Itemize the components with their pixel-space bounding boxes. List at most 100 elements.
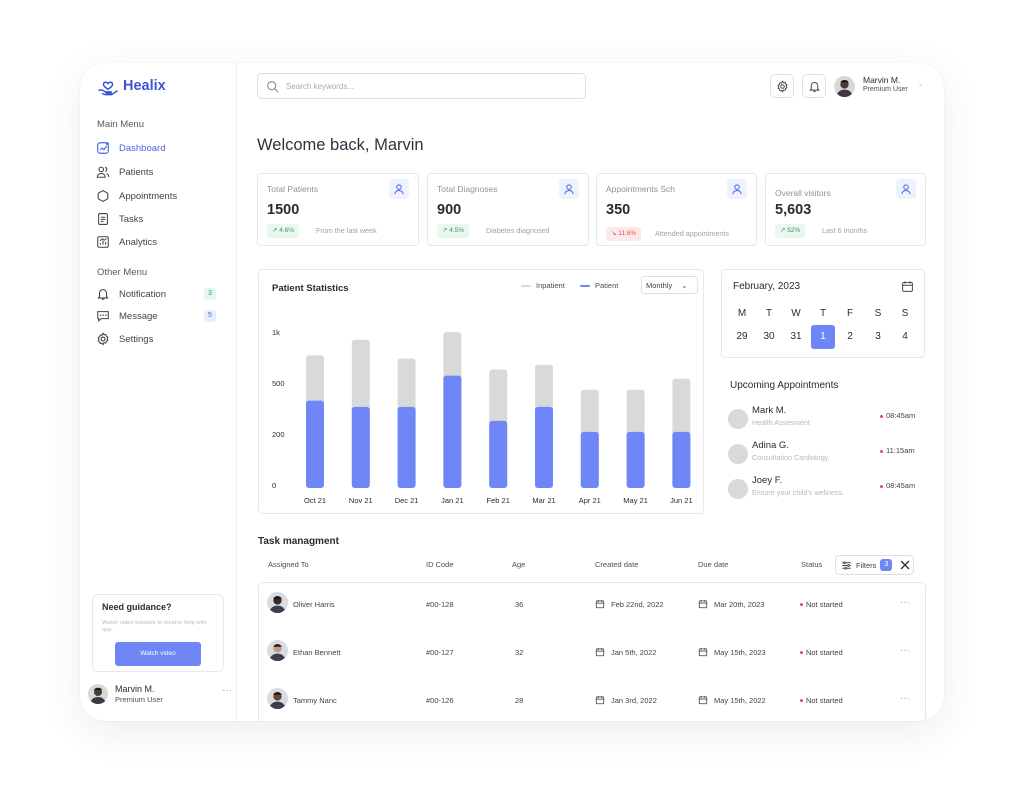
task-table: Oliver Harris #00-128 36 Feb 22nd, 2022 Mar … [258,582,926,721]
trend-value: 52% [787,227,801,234]
search-input[interactable] [286,81,566,91]
task-management-title: Task managment [258,536,339,547]
guidance-text: Watch video tutorials to receive help wi… [102,620,207,633]
search-icon [267,80,279,92]
calendar-day[interactable]: 30 [757,325,781,349]
bar-patient[interactable] [535,406,553,488]
trend-value: 4.6% [279,227,295,234]
appointment-item[interactable]: Mark M. Health Assesment 08:45am [728,405,920,433]
bar-patient[interactable] [626,431,645,488]
sidebar-item-message[interactable]: Message 5 [96,307,226,325]
analytics-icon [97,236,109,248]
x-tick-label: Nov 21 [349,496,373,505]
sidebar-user[interactable]: Marvin M. Premium User ··· [88,683,232,707]
legend-swatch [580,284,590,287]
more-options-button[interactable]: ··· [222,685,232,696]
stat-card-total-patients: Total Patients 1500 ↗ 4.6% From the last… [257,173,419,246]
avatar [728,479,748,499]
calendar-day[interactable]: 3 [866,325,890,349]
status-text: Not started [806,648,843,657]
sidebar-item-appointments[interactable]: Appointments [96,187,226,205]
avatar [267,640,288,661]
appointment-item[interactable]: Joey F. Ensure your child's wellness. 08… [728,475,920,503]
calendar-day[interactable]: 1 [811,325,835,349]
calendar-day[interactable]: 2 [838,325,862,349]
brand-logo[interactable]: Healix [97,76,166,96]
bar-patient[interactable] [306,400,324,488]
sidebar-item-patients[interactable]: Patients [96,163,226,181]
column-header-due[interactable]: Due date [698,560,728,569]
chevron-down-icon: ⌄ [681,280,688,290]
notifications-button[interactable] [802,74,826,98]
appointment-name: Joey F. [752,475,783,486]
row-more-button[interactable]: ··· [900,693,910,704]
legend-label: Patient [595,281,619,290]
column-header-assigned[interactable]: Assigned To [268,560,309,569]
appointment-type: Health Assesment [752,418,810,427]
calendar-icon[interactable] [901,280,914,293]
appointment-item[interactable]: Adina G. Consultation Cardiology 11:15am [728,440,920,468]
sidebar-item-settings[interactable]: Settings [96,330,226,348]
sidebar-user-name: Marvin M. [115,684,155,694]
id-code: #00-127 [426,648,454,657]
x-tick-label: Feb 21 [487,496,510,505]
header-user-menu[interactable]: Marvin M. Premium User ⌄ [834,75,930,99]
search-bar[interactable] [257,73,586,99]
bar-patient[interactable] [580,431,599,488]
column-header-created[interactable]: Created date [595,560,638,569]
bar-patient[interactable] [351,406,370,488]
settings-button[interactable] [770,74,794,98]
bar-patient[interactable] [443,375,462,488]
sidebar-item-label: Appointments [119,190,178,202]
column-header-age[interactable]: Age [512,560,525,569]
bar-patient[interactable] [489,420,508,488]
calendar-day[interactable]: 4 [893,325,917,349]
bell-icon [97,289,109,300]
avatar [267,592,288,613]
sidebar-item-label: Dashboard [119,142,166,154]
assignee-name: Oliver Harris [293,600,335,609]
close-icon[interactable] [898,558,912,572]
table-row[interactable]: Tammy Nanc #00-126 28 Jan 3rd, 2022 May 15th… [259,685,925,715]
period-select[interactable]: Monthly ⌄ [641,276,698,294]
appointment-time: 08:45am [880,411,915,420]
watch-video-button[interactable]: Watch video [115,642,201,666]
sidebar-item-notification[interactable]: Notification 3 [96,285,226,303]
created-date: Jan 5th, 2022 [595,647,656,657]
due-date-text: Mar 20th, 2023 [714,599,765,609]
sidebar-item-dashboard[interactable]: Dashboard [96,139,226,157]
avatar [834,76,855,97]
assignee-name: Ethan Bennett [293,648,341,657]
filters-count-badge: 3 [880,559,893,571]
table-row[interactable]: Oliver Harris #00-128 36 Feb 22nd, 2022 Mar … [259,589,925,619]
patients-icon [96,166,110,178]
sidebar-item-tasks[interactable]: Tasks [96,210,226,228]
calendar-icon [595,647,605,657]
stat-card-appointments: Appointments Sch 350 ↘ 11.6% Attended ap… [596,173,757,246]
calendar-day[interactable]: 29 [730,325,754,349]
bar-patient[interactable] [672,431,691,488]
id-code: #00-126 [426,696,454,705]
gear-icon [776,79,788,93]
filters-button[interactable]: Filters 3 [835,555,914,575]
age: 32 [515,648,524,657]
bar-patient[interactable] [397,406,416,488]
age: 28 [515,696,524,705]
sidebar-item-analytics[interactable]: Analytics [96,233,226,251]
calendar-day[interactable]: 31 [784,325,808,349]
trend-value: 4.5% [449,227,465,234]
status-dot [800,699,803,702]
calendar-weekday: W [791,308,801,319]
gear-icon [97,332,109,346]
other-menu-label: Other Menu [97,267,148,278]
stat-card-total-diagnoses: Total Diagnoses 900 ↗ 4.5% Diabetes diag… [427,173,589,246]
sidebar-item-label: Analytics [119,236,158,248]
row-more-button[interactable]: ··· [900,645,910,656]
stat-card-overall-visitors: Overall visitors 5,603 ↗ 52% Last 6 mont… [765,173,926,246]
avatar [728,409,748,429]
legend-item-patient: Patient [580,281,618,290]
row-more-button[interactable]: ··· [900,597,910,608]
column-header-id[interactable]: ID Code [426,560,454,569]
table-row[interactable]: Ethan Bennett #00-127 32 Jan 5th, 2022 May 1… [259,637,925,667]
column-header-status[interactable]: Status [801,560,822,569]
